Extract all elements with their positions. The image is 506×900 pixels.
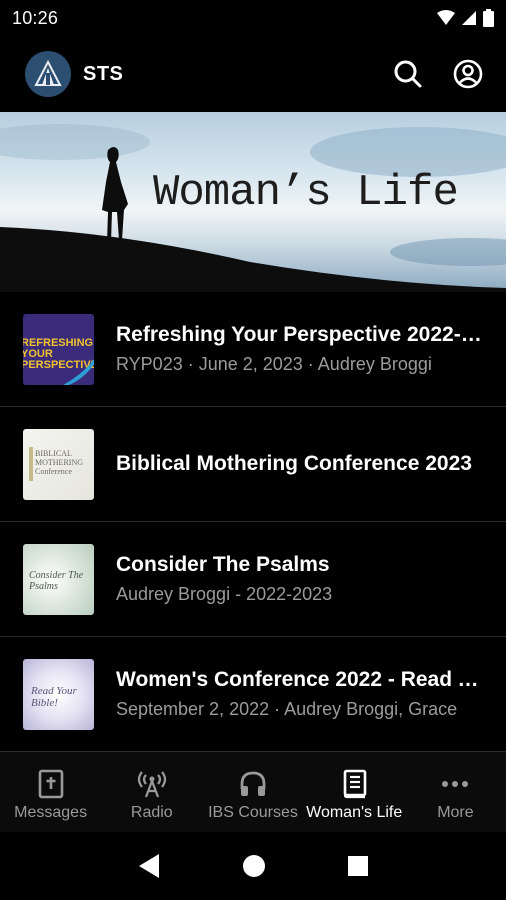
- nav-label: Radio: [130, 803, 173, 821]
- account-button[interactable]: [452, 58, 484, 90]
- list-item-title: Consider The Psalms: [116, 553, 330, 576]
- list-item[interactable]: Consider The Psalms Consider The Psalms …: [0, 522, 506, 637]
- app-logo[interactable]: [25, 51, 71, 97]
- search-button[interactable]: [392, 58, 424, 90]
- hero-title: Woman’s Life: [153, 168, 459, 218]
- list-item-text: Women's Conference 2022 - Read Your Bibl…: [116, 668, 486, 720]
- nav-item-ibs-courses[interactable]: IBS Courses: [202, 752, 303, 832]
- nav-label: IBS Courses: [208, 803, 298, 821]
- cell-signal-icon: [462, 11, 476, 25]
- logo-icon: [34, 59, 62, 86]
- list-item-text: Biblical Mothering Conference 2023: [116, 452, 486, 476]
- list-item-subtitle: Audrey Broggi - 2022-2023: [116, 584, 333, 604]
- nav-icon-wrap: [238, 767, 268, 801]
- thumbnail-swoosh: [63, 358, 94, 385]
- list-item-title: Biblical Mothering Conference 2023: [116, 452, 472, 475]
- wifi-icon: [437, 10, 455, 25]
- system-navigation: [0, 832, 506, 900]
- status-icons: [437, 9, 494, 27]
- thumbnail-text: Consider The Psalms: [29, 569, 84, 592]
- back-button[interactable]: [137, 853, 161, 879]
- series-thumbnail: Read Your Bible!: [23, 658, 94, 730]
- account-icon: [453, 59, 483, 89]
- battery-icon: [483, 9, 494, 27]
- list-item[interactable]: REFRESHING YOUR PERSPECTIVE Refreshing Y…: [0, 292, 506, 407]
- thumbnail-text: Read Your Bible!: [31, 684, 77, 709]
- more-horizontal-icon: [442, 780, 469, 787]
- nav-label: More: [437, 803, 474, 821]
- list-item-text: Consider The Psalms Audrey Broggi - 2022…: [116, 553, 486, 605]
- app-bar: STS: [0, 40, 506, 108]
- recents-button[interactable]: [347, 855, 369, 877]
- thumbnail-accent: [29, 446, 33, 481]
- bible-icon: [38, 769, 63, 798]
- list-item[interactable]: Read Your Bible! Women's Conference 2022…: [0, 637, 506, 752]
- nav-item-womans-life[interactable]: Woman's Life: [304, 752, 405, 832]
- headphones-icon: [240, 771, 266, 796]
- bottom-navigation: Messages Radio IBS Courses Woman's Life …: [0, 752, 506, 832]
- list-item[interactable]: BIBLICAL MOTHERING Conference Biblical M…: [0, 407, 506, 522]
- nav-item-messages[interactable]: Messages: [0, 752, 101, 832]
- list-item-subtitle: RYP023 · June 2, 2023 · Audrey Broggi: [116, 354, 432, 374]
- series-thumbnail: REFRESHING YOUR PERSPECTIVE: [23, 313, 94, 385]
- nav-icon-wrap: [341, 767, 367, 801]
- list-item-text: Refreshing Your Perspective 2022-2023 RY…: [116, 323, 486, 375]
- status-bar: 10:26: [0, 0, 506, 36]
- series-thumbnail: BIBLICAL MOTHERING Conference: [23, 428, 94, 500]
- status-time: 10:26: [12, 7, 59, 28]
- nav-item-more[interactable]: More: [405, 752, 506, 832]
- search-icon: [394, 60, 422, 88]
- list-item-title: Women's Conference 2022 - Read Your Bibl…: [116, 668, 486, 691]
- nav-label: Woman's Life: [306, 803, 403, 821]
- content-list: REFRESHING YOUR PERSPECTIVE Refreshing Y…: [0, 292, 506, 752]
- nav-item-radio[interactable]: Radio: [101, 752, 202, 832]
- nav-label: Messages: [14, 803, 88, 821]
- nav-icon-wrap: [137, 767, 167, 801]
- radio-tower-icon: [137, 770, 166, 797]
- app-actions: [392, 58, 484, 90]
- list-item-title: Refreshing Your Perspective 2022-2023: [116, 323, 486, 346]
- nav-icon-wrap: [38, 767, 64, 801]
- list-item-subtitle: September 2, 2022 · Audrey Broggi, Grace: [116, 699, 458, 719]
- nav-icon-wrap: [440, 767, 470, 801]
- thumbnail-text: BIBLICAL MOTHERING Conference: [35, 448, 83, 476]
- app-title: STS: [83, 62, 124, 85]
- book-icon: [343, 769, 367, 798]
- series-thumbnail: Consider The Psalms: [23, 543, 94, 615]
- home-button[interactable]: [242, 854, 266, 878]
